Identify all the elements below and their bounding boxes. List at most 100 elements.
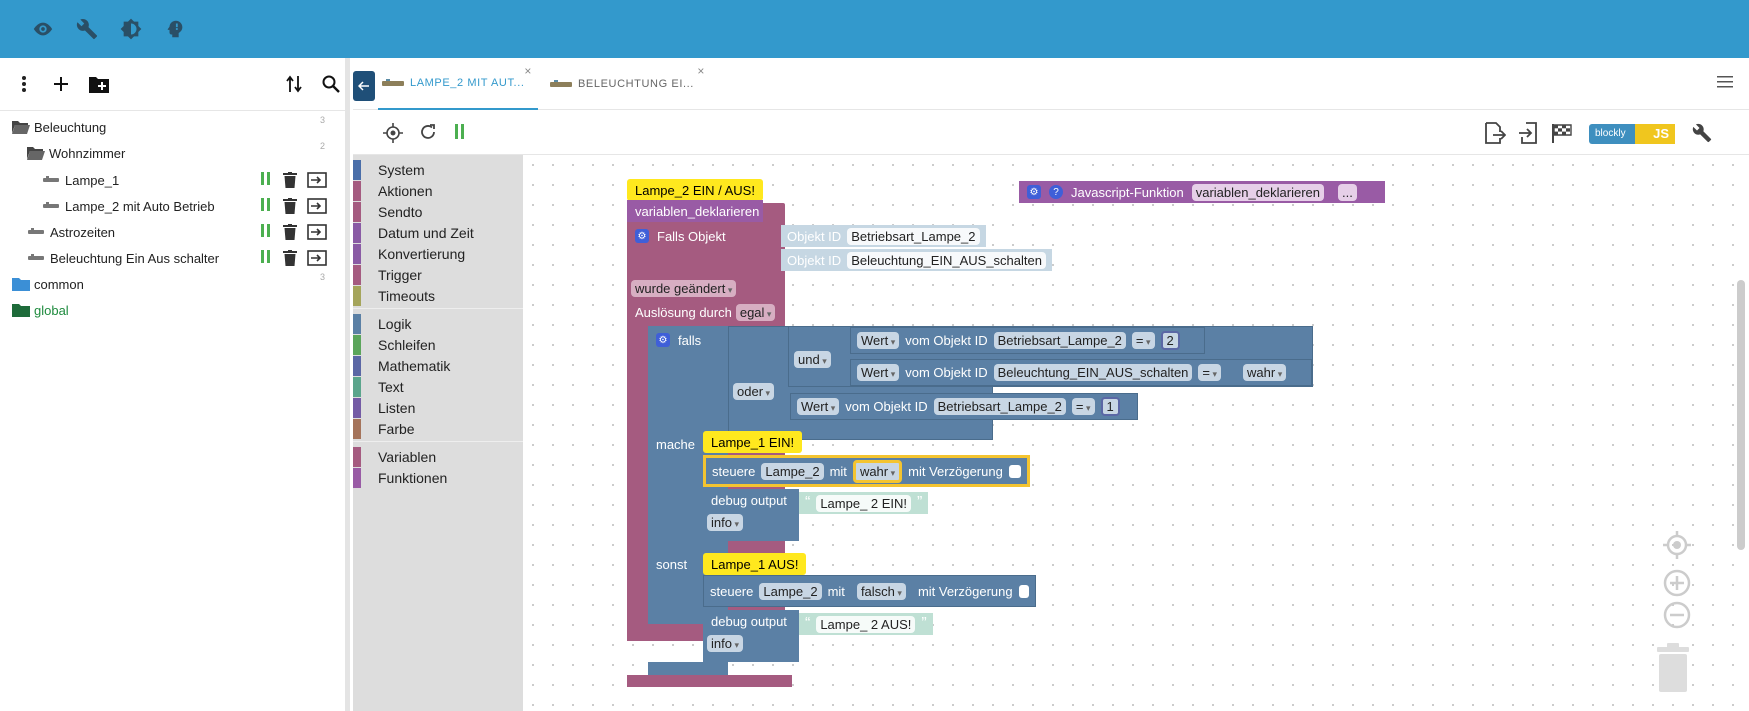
add-icon[interactable] bbox=[49, 72, 73, 96]
delete-icon[interactable] bbox=[283, 198, 297, 214]
trash-icon[interactable] bbox=[1653, 641, 1693, 693]
comment-ein[interactable]: Lampe_1 EIN! bbox=[703, 431, 803, 453]
text-field[interactable]: Lampe_ 2 EIN! bbox=[816, 494, 912, 512]
gear-icon[interactable]: ⚙ bbox=[1027, 185, 1041, 199]
category-schleifen[interactable]: Schleifen bbox=[353, 335, 523, 355]
category-konvertierung[interactable]: Konvertierung bbox=[353, 244, 523, 264]
import-blocks-icon[interactable] bbox=[1518, 122, 1540, 144]
debug-block-aus[interactable]: debug output info bbox=[703, 610, 799, 662]
delay-checkbox[interactable] bbox=[1018, 584, 1029, 598]
object-id-field[interactable]: Betriebsart_Lampe_2 bbox=[933, 398, 1066, 415]
wrench-icon[interactable] bbox=[1692, 123, 1712, 143]
tab-close-icon[interactable]: × bbox=[524, 64, 532, 78]
compare-block-2[interactable]: Wert vom Objekt ID Beleuchtung_EIN_AUS_s… bbox=[850, 359, 1312, 386]
blockly-js-toggle[interactable]: blockly JS bbox=[1589, 124, 1675, 144]
category-text[interactable]: Text bbox=[353, 377, 523, 397]
tree-script-beleuchtung-ein-aus[interactable]: Beleuchtung Ein Aus schalter bbox=[0, 245, 345, 271]
logic-op-dropdown[interactable]: und bbox=[794, 350, 831, 368]
ellipsis-button[interactable]: ... bbox=[1338, 183, 1357, 201]
pause-script-icon[interactable] bbox=[455, 124, 467, 142]
export-blocks-icon[interactable] bbox=[1484, 122, 1506, 144]
tab-beleuchtung[interactable]: BELEUCHTUNG EI... × bbox=[546, 58, 711, 110]
wrench-icon[interactable] bbox=[74, 16, 100, 42]
js-function-block[interactable]: ⚙ ? Javascript-Funktion variablen_deklar… bbox=[1019, 181, 1385, 203]
tree-folder-beleuchtung[interactable]: Beleuchtung 3 bbox=[0, 114, 345, 140]
trigger-source-dropdown[interactable]: egal bbox=[735, 303, 776, 321]
object-id-field[interactable]: Beleuchtung_EIN_AUS_schalten bbox=[993, 364, 1193, 381]
category-mathematik[interactable]: Mathematik bbox=[353, 356, 523, 376]
tab-lampe-2[interactable]: LAMPE_2 MIT AUT... × bbox=[378, 58, 538, 110]
wert-dropdown[interactable]: Wert bbox=[797, 398, 840, 415]
object-id-field[interactable]: Lampe_2 bbox=[761, 462, 824, 480]
tree-script-astrozeiten[interactable]: Astrozeiten bbox=[0, 219, 345, 245]
control-block-ein[interactable]: steuere Lampe_2 mit wahr mit Verzögerung bbox=[703, 455, 1030, 487]
add-folder-icon[interactable] bbox=[87, 72, 111, 96]
gear-icon[interactable]: ⚙ bbox=[635, 229, 649, 243]
category-timeouts[interactable]: Timeouts bbox=[353, 286, 523, 306]
comment-aus[interactable]: Lampe_1 AUS! bbox=[703, 553, 807, 575]
category-aktionen[interactable]: Aktionen bbox=[353, 181, 523, 201]
gear-icon[interactable]: ⚙ bbox=[656, 333, 670, 347]
number-value[interactable]: 1 bbox=[1100, 397, 1120, 416]
export-icon[interactable] bbox=[307, 250, 327, 266]
boolean-value[interactable]: wahr bbox=[1243, 364, 1287, 381]
recenter-icon[interactable] bbox=[1663, 531, 1691, 559]
operator-dropdown[interactable]: = bbox=[1198, 364, 1222, 381]
wert-dropdown[interactable]: Wert bbox=[857, 332, 900, 349]
objekt-id-block-2[interactable]: Objekt ID Beleuchtung_EIN_AUS_schalten bbox=[781, 249, 1052, 271]
category-funktionen[interactable]: Funktionen bbox=[353, 468, 523, 488]
tree-folder-global[interactable]: global bbox=[0, 297, 345, 323]
object-id-field[interactable]: Beleuchtung_EIN_AUS_schalten bbox=[847, 251, 1046, 269]
boolean-value[interactable]: wahr bbox=[852, 459, 903, 483]
workspace-scrollbar[interactable] bbox=[1737, 280, 1745, 550]
number-value[interactable]: 2 bbox=[1160, 331, 1180, 350]
export-icon[interactable] bbox=[307, 224, 327, 240]
head-icon[interactable] bbox=[162, 16, 188, 42]
pause-icon[interactable] bbox=[261, 224, 273, 240]
tree-folder-common[interactable]: common 3 bbox=[0, 271, 345, 297]
eye-icon[interactable] bbox=[30, 16, 56, 42]
tab-close-icon[interactable]: × bbox=[697, 64, 705, 78]
control-block-aus[interactable]: steuere Lampe_2 mit falsch mit Verzögeru… bbox=[703, 575, 1036, 607]
function-call-block[interactable]: variablen_deklarieren bbox=[627, 200, 763, 222]
log-level-dropdown[interactable]: info bbox=[707, 635, 743, 652]
restart-icon[interactable] bbox=[419, 123, 437, 141]
logic-op-dropdown[interactable]: oder bbox=[733, 382, 775, 400]
text-block-aus[interactable]: “ Lampe_ 2 AUS! ” bbox=[799, 613, 933, 635]
debug-block-ein[interactable]: debug output info bbox=[703, 489, 799, 541]
menu-lines-icon[interactable] bbox=[1717, 76, 1733, 91]
tree-script-lampe-1[interactable]: Lampe_1 bbox=[0, 167, 345, 193]
export-icon[interactable] bbox=[307, 172, 327, 188]
help-icon[interactable]: ? bbox=[1049, 185, 1063, 199]
delete-icon[interactable] bbox=[283, 250, 297, 266]
sort-icon[interactable] bbox=[282, 72, 306, 96]
compare-block-3[interactable]: Wert vom Objekt ID Betriebsart_Lampe_2 =… bbox=[790, 393, 1138, 420]
category-logik[interactable]: Logik bbox=[353, 314, 523, 334]
pause-icon[interactable] bbox=[261, 250, 273, 266]
compare-block-1[interactable]: Wert vom Objekt ID Betriebsart_Lampe_2 =… bbox=[850, 327, 1205, 354]
delete-icon[interactable] bbox=[283, 224, 297, 240]
object-id-field[interactable]: Betriebsart_Lampe_2 bbox=[993, 332, 1126, 349]
category-datum-und-zeit[interactable]: Datum und Zeit bbox=[353, 223, 523, 243]
pause-icon[interactable] bbox=[261, 198, 273, 214]
function-name-field[interactable]: variablen_deklarieren bbox=[1191, 183, 1325, 201]
object-id-field[interactable]: Lampe_2 bbox=[759, 582, 822, 600]
operator-dropdown[interactable]: = bbox=[1071, 398, 1095, 415]
locate-icon[interactable] bbox=[383, 123, 403, 143]
export-icon[interactable] bbox=[307, 198, 327, 214]
boolean-value[interactable]: falsch bbox=[856, 582, 906, 600]
collapse-sidebar-button[interactable] bbox=[353, 71, 375, 101]
operator-dropdown[interactable]: = bbox=[1131, 332, 1155, 349]
check-flag-icon[interactable] bbox=[1551, 122, 1573, 144]
objekt-id-block-1[interactable]: Objekt ID Betriebsart_Lampe_2 bbox=[781, 225, 986, 247]
blockly-workspace[interactable]: Lampe_2 EIN / AUS! variablen_deklarieren… bbox=[523, 155, 1749, 711]
zoom-out-icon[interactable] bbox=[1663, 601, 1691, 629]
category-variablen[interactable]: Variablen bbox=[353, 447, 523, 467]
zoom-in-icon[interactable] bbox=[1663, 569, 1691, 597]
log-level-dropdown[interactable]: info bbox=[707, 514, 743, 531]
delay-checkbox[interactable] bbox=[1008, 464, 1021, 478]
category-trigger[interactable]: Trigger bbox=[353, 265, 523, 285]
category-listen[interactable]: Listen bbox=[353, 398, 523, 418]
tree-script-lampe-2[interactable]: Lampe_2 mit Auto Betrieb bbox=[0, 193, 345, 219]
more-vert-icon[interactable] bbox=[12, 72, 36, 96]
